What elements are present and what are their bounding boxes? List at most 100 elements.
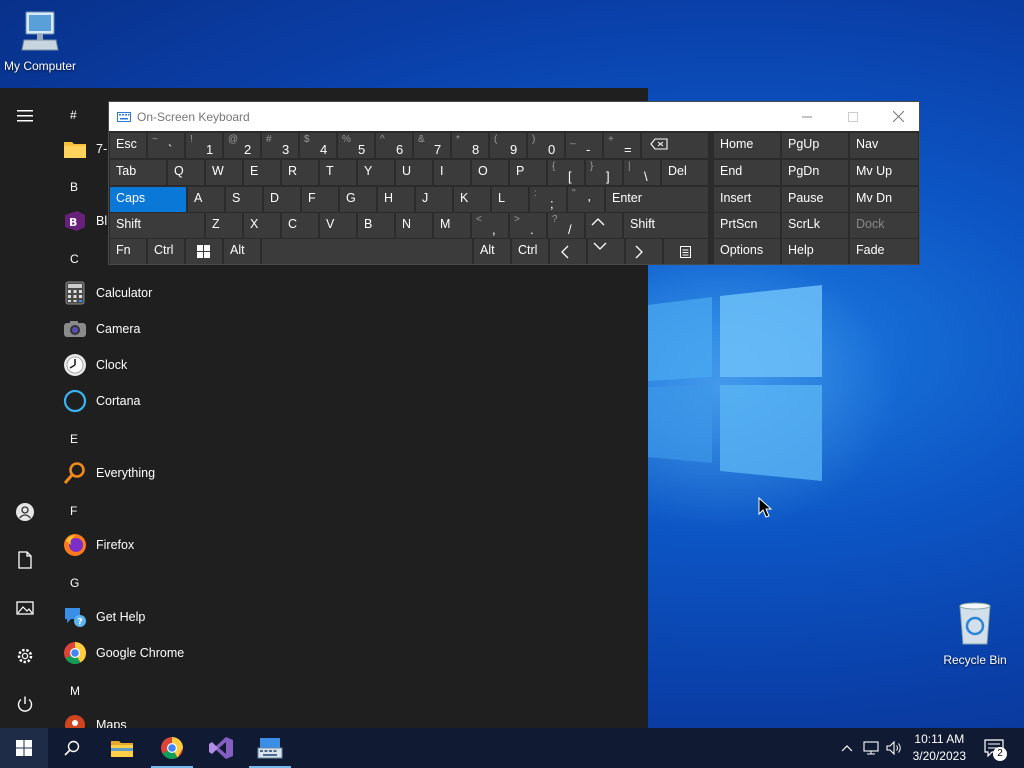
key-pgdn[interactable]: PgDn — [782, 160, 848, 185]
power-button[interactable] — [0, 684, 50, 724]
osk-title-bar[interactable]: On-Screen Keyboard — [109, 102, 919, 131]
key-0[interactable]: ) 0 — [528, 133, 564, 158]
key-y[interactable]: Y — [358, 160, 394, 185]
group-header[interactable]: B — [70, 180, 78, 194]
key-fn[interactable]: Fn — [110, 239, 146, 264]
key-x[interactable]: X — [244, 213, 280, 238]
key-prtscn[interactable]: PrtScn — [714, 213, 780, 238]
key-t[interactable]: T — [320, 160, 356, 185]
group-header[interactable]: C — [70, 252, 79, 266]
app-item-calculator[interactable]: Calculator — [60, 276, 320, 310]
key-8[interactable]: * 8 — [452, 133, 488, 158]
key-dock[interactable]: Dock — [850, 213, 918, 238]
key-insert[interactable]: Insert — [714, 187, 780, 212]
key-right-arrow[interactable] — [626, 239, 662, 264]
key-r[interactable]: R — [282, 160, 318, 185]
key-caps[interactable]: Caps — [110, 187, 186, 212]
key-k[interactable]: K — [454, 187, 490, 212]
close-button[interactable] — [875, 102, 921, 131]
taskbar-google-chrome[interactable] — [148, 728, 196, 768]
group-header[interactable]: E — [70, 432, 78, 446]
key-left-ctrl[interactable]: Ctrl — [148, 239, 184, 264]
key-options[interactable]: Options — [714, 239, 780, 264]
key-p[interactable]: P — [510, 160, 546, 185]
expand-button[interactable] — [0, 96, 50, 136]
key-help[interactable]: Help — [782, 239, 848, 264]
volume-button[interactable] — [883, 728, 905, 768]
key-g[interactable]: G — [340, 187, 376, 212]
group-header[interactable]: M — [70, 684, 80, 698]
user-account-button[interactable] — [0, 492, 50, 532]
network-button[interactable] — [860, 728, 882, 768]
key-home[interactable]: Home — [714, 133, 780, 158]
app-item-cortana[interactable]: Cortana — [60, 384, 320, 418]
key-left-shift[interactable]: Shift — [110, 213, 204, 238]
key-period[interactable]: >. — [510, 213, 546, 238]
key-h[interactable]: H — [378, 187, 414, 212]
key-quote[interactable]: " ' — [568, 187, 604, 212]
key-1[interactable]: ! 1 — [186, 133, 222, 158]
key-right-shift[interactable]: Shift — [624, 213, 708, 238]
app-item-get-help[interactable]: ? Get Help — [60, 600, 320, 634]
key-pause[interactable]: Pause — [782, 187, 848, 212]
maximize-button[interactable] — [830, 102, 876, 131]
minimize-button[interactable] — [784, 102, 830, 131]
key-i[interactable]: I — [434, 160, 470, 185]
key-o[interactable]: O — [472, 160, 508, 185]
key-equals[interactable]: + = — [604, 133, 640, 158]
key-f[interactable]: F — [302, 187, 338, 212]
taskbar-visual-studio[interactable] — [197, 728, 245, 768]
key-semicolon[interactable]: :; — [530, 187, 566, 212]
key-w[interactable]: W — [206, 160, 242, 185]
show-hidden-icons-button[interactable] — [836, 728, 858, 768]
key-end[interactable]: End — [714, 160, 780, 185]
key-windows[interactable] — [186, 239, 222, 264]
key-q[interactable]: Q — [168, 160, 204, 185]
key-9[interactable]: (9 — [490, 133, 526, 158]
key-s[interactable]: S — [226, 187, 262, 212]
key-del[interactable]: Del — [662, 160, 708, 185]
key-left-alt[interactable]: Alt — [224, 239, 260, 264]
key-d[interactable]: D — [264, 187, 300, 212]
key-v[interactable]: V — [320, 213, 356, 238]
settings-button[interactable] — [0, 636, 50, 676]
key-menu[interactable] — [664, 239, 708, 264]
taskbar-clock[interactable]: 10:11 AM 3/20/2023 — [913, 731, 966, 765]
key-n[interactable]: N — [396, 213, 432, 238]
documents-button[interactable] — [0, 540, 50, 580]
key-nav[interactable]: Nav — [850, 133, 918, 158]
app-item-camera[interactable]: Camera — [60, 312, 320, 346]
key-tab[interactable]: Tab — [110, 160, 166, 185]
key-up-arrow[interactable] — [586, 213, 622, 238]
key-z[interactable]: Z — [206, 213, 242, 238]
key-space[interactable] — [262, 239, 472, 264]
key-5[interactable]: % 5 — [338, 133, 374, 158]
key-right-ctrl[interactable]: Ctrl — [512, 239, 548, 264]
key-6[interactable]: ^ 6 — [376, 133, 412, 158]
key-e[interactable]: E — [244, 160, 280, 185]
key-left-arrow[interactable] — [550, 239, 586, 264]
taskbar-file-explorer[interactable] — [98, 728, 146, 768]
key-l[interactable]: L — [492, 187, 528, 212]
group-header[interactable]: # — [70, 108, 77, 122]
key-2[interactable]: @2 — [224, 133, 260, 158]
key-m[interactable]: M — [434, 213, 470, 238]
app-item-google-chrome[interactable]: Google Chrome — [60, 636, 320, 670]
key-backspace[interactable] — [642, 133, 708, 158]
app-item-maps[interactable]: Maps — [60, 708, 320, 728]
key-comma[interactable]: <, — [472, 213, 508, 238]
app-item-clock[interactable]: Clock — [60, 348, 320, 382]
key-right-bracket[interactable]: }] — [586, 160, 622, 185]
action-center-button[interactable]: 2 — [976, 728, 1012, 768]
key-right-alt[interactable]: Alt — [474, 239, 510, 264]
key-4[interactable]: $4 — [300, 133, 336, 158]
pictures-button[interactable] — [0, 588, 50, 628]
key-fade[interactable]: Fade — [850, 239, 918, 264]
key-left-bracket[interactable]: {[ — [548, 160, 584, 185]
key-down-arrow[interactable] — [588, 239, 624, 264]
key-slash[interactable]: ? / — [548, 213, 584, 238]
key-minus[interactable]: _ - — [566, 133, 602, 158]
my-computer-desktop-icon[interactable]: My Computer — [2, 10, 78, 73]
group-header[interactable]: F — [70, 504, 77, 518]
key-pgup[interactable]: PgUp — [782, 133, 848, 158]
